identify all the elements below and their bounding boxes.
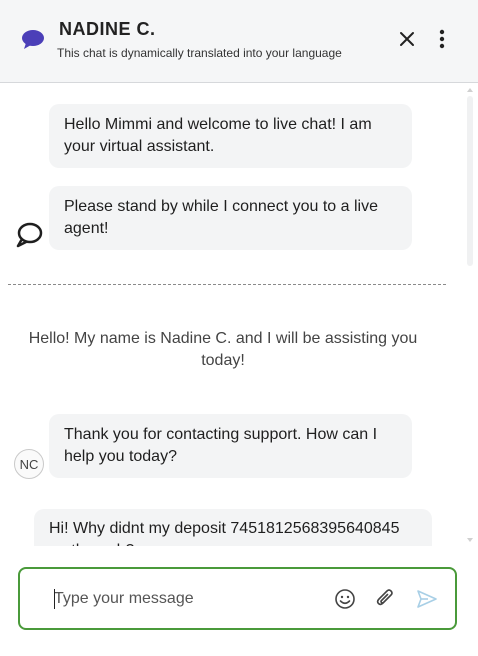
agent-name: NADINE C. <box>59 19 156 39</box>
send-icon[interactable] <box>415 587 439 611</box>
close-icon[interactable] <box>395 27 419 51</box>
translation-notice: This chat is dynamically translated into… <box>57 46 342 60</box>
divider <box>8 284 446 285</box>
agent-avatar: NC <box>14 449 44 479</box>
scroll-down-arrow[interactable] <box>467 538 473 542</box>
agent-message: Thank you for contacting support. How ca… <box>49 414 412 478</box>
scroll-up-arrow[interactable] <box>467 88 473 92</box>
speech-bubble-icon <box>16 222 43 248</box>
message-input[interactable] <box>54 587 314 611</box>
text-caret <box>54 589 55 609</box>
bot-message: Hello Mimmi and welcome to live chat! I … <box>49 104 412 168</box>
bot-message: Please stand by while I connect you to a… <box>49 186 412 250</box>
more-vertical-icon[interactable] <box>432 27 452 51</box>
paperclip-icon[interactable] <box>374 587 396 611</box>
chat-header: NADINE C. This chat is dynamically trans… <box>0 0 478 83</box>
chat-bubble-icon <box>22 30 44 49</box>
message-list[interactable]: Hello Mimmi and welcome to live chat! I … <box>0 84 478 546</box>
user-message: Hi! Why didnt my deposit 745181256839564… <box>34 509 432 546</box>
system-message: Hello! My name is Nadine C. and I will b… <box>28 330 418 369</box>
smiley-icon[interactable] <box>333 587 357 611</box>
message-composer <box>18 567 457 630</box>
scrollbar-thumb[interactable] <box>467 96 473 266</box>
scrollbar[interactable] <box>466 88 474 546</box>
